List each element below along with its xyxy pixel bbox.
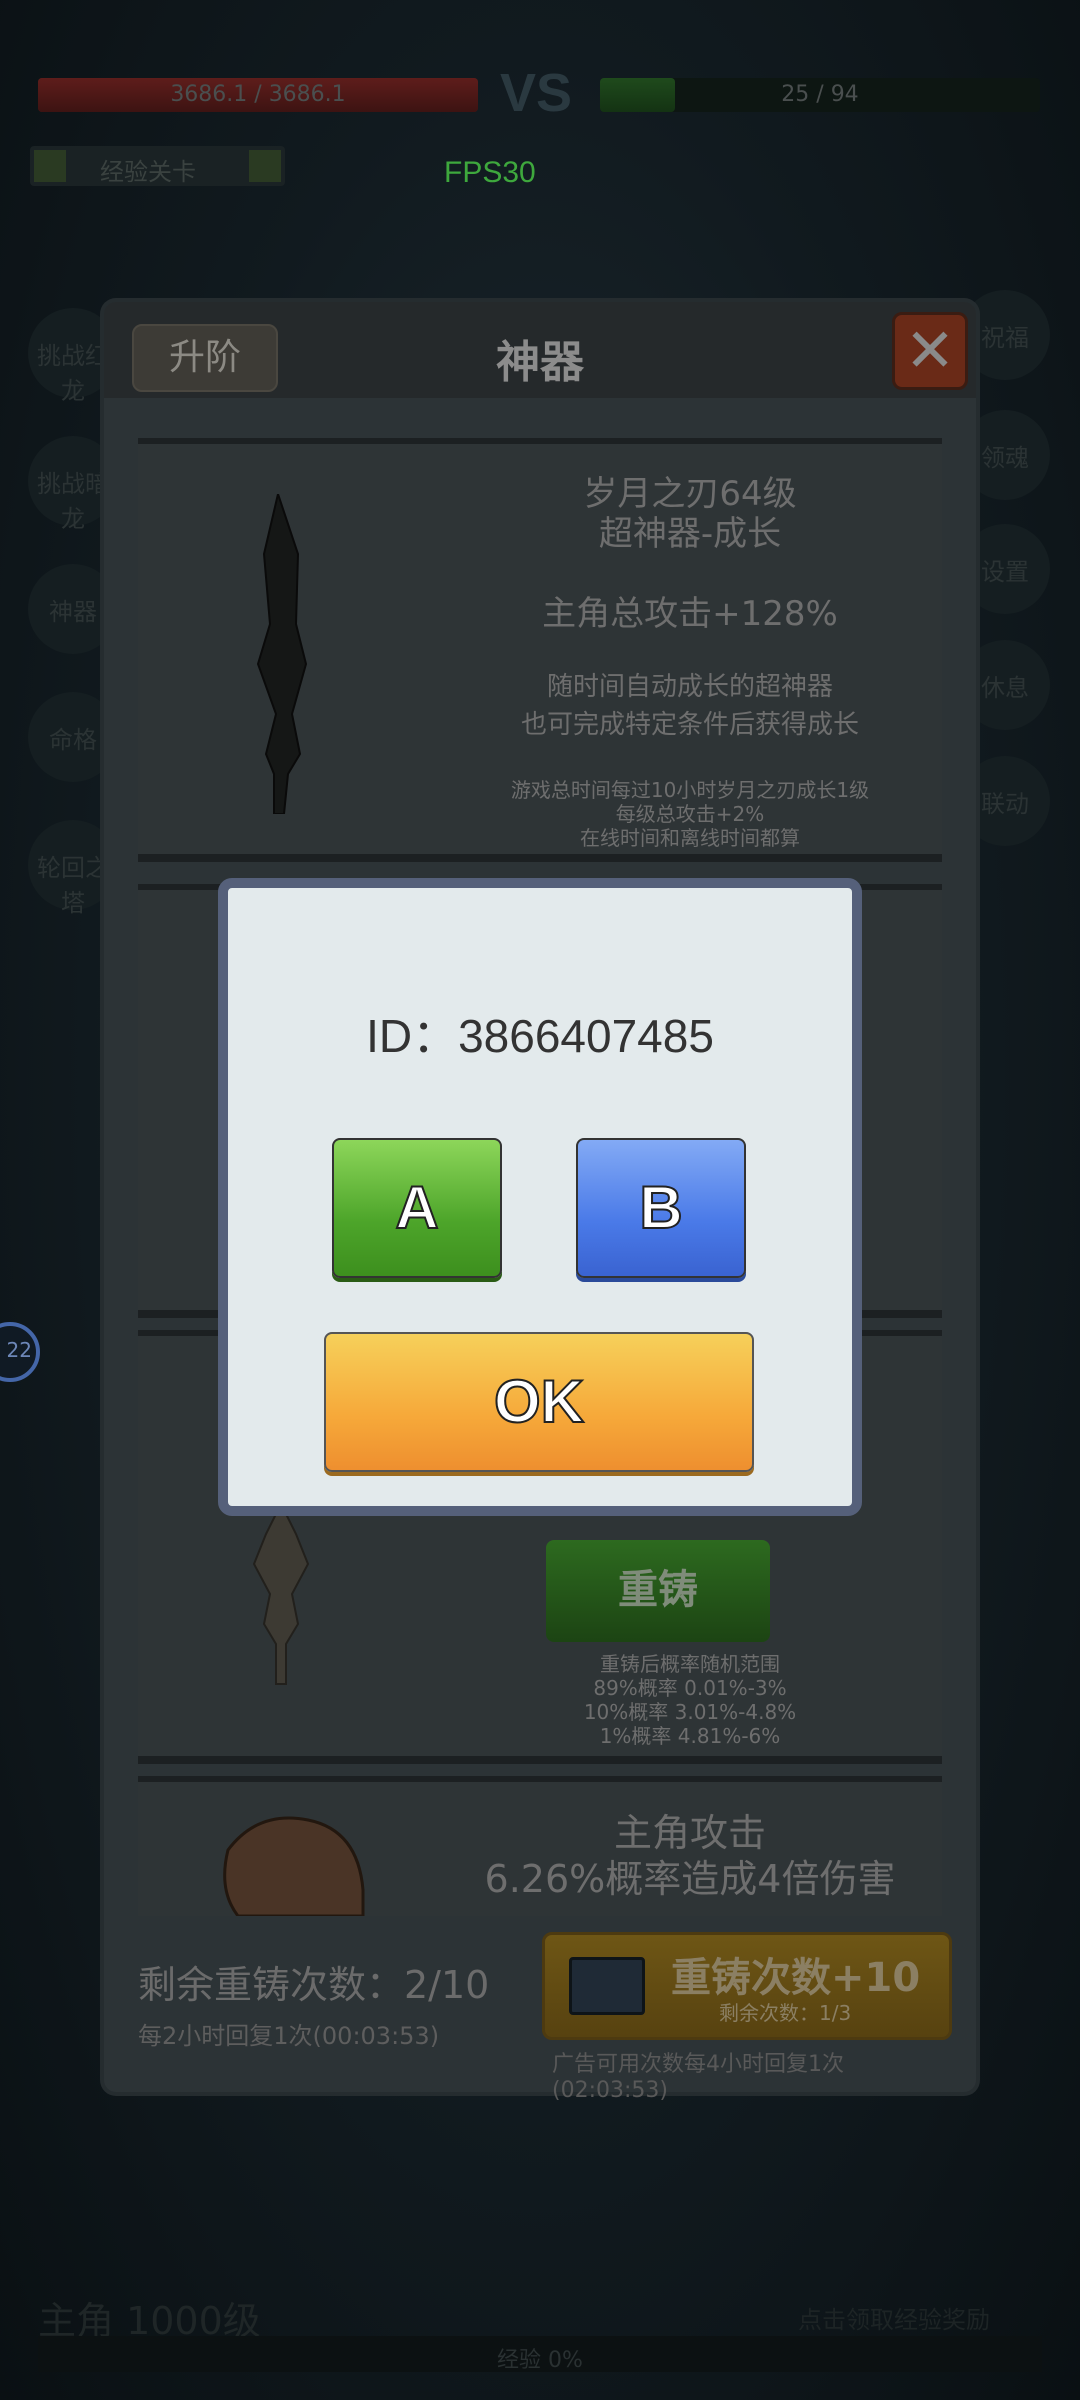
enemy-hp-bar: 25 / 94: [600, 78, 1040, 112]
vs-label: VS: [500, 63, 573, 123]
panel-footer: 剩余重铸次数：2/10 每2小时回复1次(00:03:53) 重铸次数+10 剩…: [138, 1932, 952, 2103]
artifact-card-1: 岁月之刃64级 超神器-成长 主角总攻击+128% 随时间自动成长的超神器 也可…: [138, 438, 942, 862]
ad-button-sub: 剩余次数：1/3: [719, 2001, 852, 2025]
reforge-recover-timer: 每2小时回复1次(00:03:53): [138, 2022, 440, 2050]
left-badge-count: 22: [6, 1338, 32, 1362]
exp-bar: 经验 0%: [38, 2336, 1042, 2373]
close-button[interactable]: ✕: [892, 312, 968, 390]
player-hp-text: 3686.1 / 3686.1: [170, 82, 346, 107]
option-b-label: B: [638, 1173, 683, 1242]
sword-icon: [256, 494, 308, 814]
fps-counter: FPS30: [444, 156, 536, 189]
reforge-label: 重铸: [618, 1567, 698, 1613]
ad-recover-note: 广告可用次数每4小时回复1次(02:03:53): [552, 2052, 844, 2103]
dagger-icon: [252, 1504, 310, 1685]
user-id-label: ID：3866407485: [366, 1010, 714, 1062]
reforge-button[interactable]: 重铸: [546, 1540, 770, 1642]
stage-selector[interactable]: 经验关卡: [30, 146, 285, 186]
receive-exp-link[interactable]: 点击领取经验奖励: [798, 2300, 990, 2335]
mask-icon: [223, 1816, 365, 1916]
artifact-effect: 主角总攻击+128%: [542, 594, 838, 634]
exp-text: 经验 0%: [497, 2348, 583, 2373]
stage-label: 经验关卡: [100, 158, 196, 186]
artifact-desc-1: 随时间自动成长的超神器: [546, 672, 833, 702]
next-stage-icon[interactable]: [249, 150, 281, 182]
option-a-button[interactable]: A: [332, 1138, 502, 1278]
video-icon: [569, 1957, 645, 2015]
artifact-desc-2: 也可完成特定条件后获得成长: [520, 710, 859, 740]
enemy-hp-text: 25 / 94: [781, 82, 859, 107]
artifact-tier: 超神器-成长: [598, 514, 782, 554]
watch-ad-button[interactable]: 重铸次数+10 剩余次数：1/3: [542, 1932, 952, 2040]
prev-stage-icon[interactable]: [34, 150, 66, 182]
remaining-reforge-count: 剩余重铸次数：2/10: [138, 1963, 490, 2007]
close-icon: ✕: [904, 316, 956, 386]
player-hp-bar: 3686.1 / 3686.1: [38, 78, 478, 112]
panel-title: 神器: [496, 337, 584, 388]
ok-label: OK: [493, 1367, 585, 1436]
ok-button[interactable]: OK: [324, 1332, 754, 1472]
panel-header: 升阶 神器 ✕: [104, 302, 976, 398]
artifact-card-4: 主角攻击 6.26%概率造成4倍伤害: [138, 1776, 942, 1916]
ad-button-title: 重铸次数+10: [671, 1955, 921, 2001]
artifact-note-3: 在线时间和离线时间都算: [580, 826, 800, 850]
option-b-button[interactable]: B: [576, 1138, 746, 1278]
left-edge-badge[interactable]: 22: [0, 1322, 40, 1382]
id-dialog: ID：3866407485 A B OK: [218, 878, 862, 1516]
card4-line-2: 6.26%概率造成4倍伤害: [484, 1857, 896, 1901]
reforge-range-3: 1%概率 4.81%-6%: [599, 1724, 781, 1748]
option-a-label: A: [394, 1173, 439, 1242]
